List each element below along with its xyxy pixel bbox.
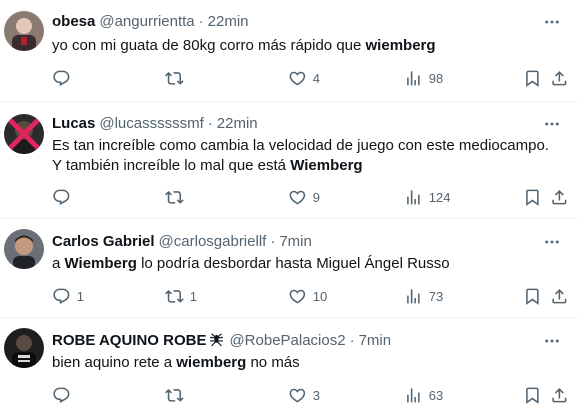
reply-button[interactable]: [52, 187, 77, 207]
timestamp[interactable]: 22min: [217, 115, 258, 132]
avatar[interactable]: [4, 114, 44, 154]
views-button[interactable]: 98: [404, 68, 443, 88]
spider-icon: [210, 333, 224, 347]
bookmark-icon: [523, 188, 542, 207]
like-button[interactable]: 3: [288, 385, 320, 405]
share-icon: [550, 287, 569, 306]
retweet-button[interactable]: [165, 385, 190, 405]
share-button[interactable]: [550, 286, 569, 306]
tweet-actions: 3 63: [52, 385, 572, 405]
share-icon: [550, 188, 569, 207]
more-icon[interactable]: [543, 233, 561, 251]
views-chart-icon: [404, 287, 423, 306]
separator-dot: ·: [198, 13, 204, 30]
avatar[interactable]: [4, 328, 44, 368]
views-chart-icon: [404, 69, 423, 88]
bookmark-button[interactable]: [523, 286, 542, 306]
reply-button[interactable]: [52, 385, 77, 405]
tweet-header: Lucas @lucassssssmf · 22min: [52, 114, 258, 134]
view-count: 73: [428, 288, 444, 304]
like-button[interactable]: 9: [288, 187, 320, 207]
separator-dot: ·: [207, 115, 213, 132]
timestamp[interactable]: 22min: [208, 13, 249, 30]
reply-button[interactable]: 1: [52, 286, 84, 306]
display-name[interactable]: Lucas: [52, 115, 95, 132]
share-icon: [550, 69, 569, 88]
share-button[interactable]: [550, 385, 569, 405]
retweet-button[interactable]: [165, 187, 190, 207]
separator-dot: ·: [349, 332, 355, 349]
reply-count: 1: [76, 288, 84, 304]
like-count: 3: [312, 387, 320, 403]
share-button[interactable]: [550, 68, 569, 88]
share-button[interactable]: [550, 187, 569, 207]
tweet-text: yo con mi guata de 80kg corro más rápido…: [52, 37, 436, 54]
like-button[interactable]: 10: [288, 286, 327, 306]
views-chart-icon: [404, 386, 423, 405]
view-count: 98: [428, 70, 444, 86]
display-name[interactable]: obesa: [52, 13, 95, 30]
view-count: 124: [428, 189, 451, 205]
reply-icon: [52, 188, 71, 207]
display-name[interactable]: Carlos Gabriel: [52, 233, 155, 250]
more-icon[interactable]: [543, 115, 561, 133]
user-handle[interactable]: @lucassssssmf: [99, 115, 203, 132]
heart-icon: [288, 188, 307, 207]
retweet-icon: [165, 386, 184, 405]
bookmark-button[interactable]: [523, 68, 542, 88]
timestamp[interactable]: 7min: [359, 332, 392, 349]
highlighted-term: Wiemberg: [290, 157, 363, 174]
retweet-button[interactable]: 1: [165, 286, 197, 306]
retweet-icon: [165, 188, 184, 207]
like-count: 10: [312, 288, 328, 304]
reply-icon: [52, 287, 71, 306]
tweet-header: obesa @angurrientta · 22min: [52, 12, 249, 32]
tweet-actions: 4 98: [52, 68, 572, 88]
reply-icon: [52, 69, 71, 88]
like-button[interactable]: 4: [288, 68, 320, 88]
highlighted-term: Wiemberg: [64, 255, 137, 272]
timestamp[interactable]: 7min: [279, 233, 312, 250]
display-name[interactable]: ROBE AQUINO ROBE: [52, 332, 206, 349]
more-icon[interactable]: [543, 332, 561, 350]
view-count: 63: [428, 387, 444, 403]
heart-icon: [288, 386, 307, 405]
tweet-header: ROBE AQUINO ROBE @RobePalacios2 · 7min: [52, 331, 391, 351]
avatar[interactable]: [4, 11, 44, 51]
views-button[interactable]: 124: [404, 187, 450, 207]
user-handle[interactable]: @angurrientta: [99, 13, 194, 30]
share-icon: [550, 386, 569, 405]
user-handle[interactable]: @RobePalacios2: [229, 332, 345, 349]
reply-button[interactable]: [52, 68, 77, 88]
bookmark-button[interactable]: [523, 187, 542, 207]
heart-icon: [288, 69, 307, 88]
like-count: 4: [312, 70, 320, 86]
retweet-button[interactable]: [165, 68, 190, 88]
retweet-icon: [165, 287, 184, 306]
tweet-actions: 9 124: [52, 187, 572, 207]
separator-dot: ·: [270, 233, 276, 250]
avatar[interactable]: [4, 229, 44, 269]
bookmark-icon: [523, 69, 542, 88]
highlighted-term: wiemberg: [365, 37, 436, 54]
tweet-text: Es tan increíble como cambia la velocida…: [52, 137, 549, 174]
bookmark-icon: [523, 386, 542, 405]
retweet-icon: [165, 69, 184, 88]
user-handle[interactable]: @carlosgabriellf: [159, 233, 267, 250]
views-button[interactable]: 73: [404, 286, 443, 306]
like-count: 9: [312, 189, 320, 205]
bookmark-icon: [523, 287, 542, 306]
tweet-text: a Wiemberg lo podría desbordar hasta Mig…: [52, 255, 450, 272]
tweet-text: bien aquino rete a wiemberg no más: [52, 354, 300, 371]
tweet-header: Carlos Gabriel @carlosgabriellf · 7min: [52, 232, 312, 252]
highlighted-term: wiemberg: [176, 354, 247, 371]
reply-icon: [52, 386, 71, 405]
views-button[interactable]: 63: [404, 385, 443, 405]
bookmark-button[interactable]: [523, 385, 542, 405]
retweet-count: 1: [189, 288, 197, 304]
tweet-actions: 1 1 10 73: [52, 286, 572, 306]
views-chart-icon: [404, 188, 423, 207]
heart-icon: [288, 287, 307, 306]
more-icon[interactable]: [543, 13, 561, 31]
